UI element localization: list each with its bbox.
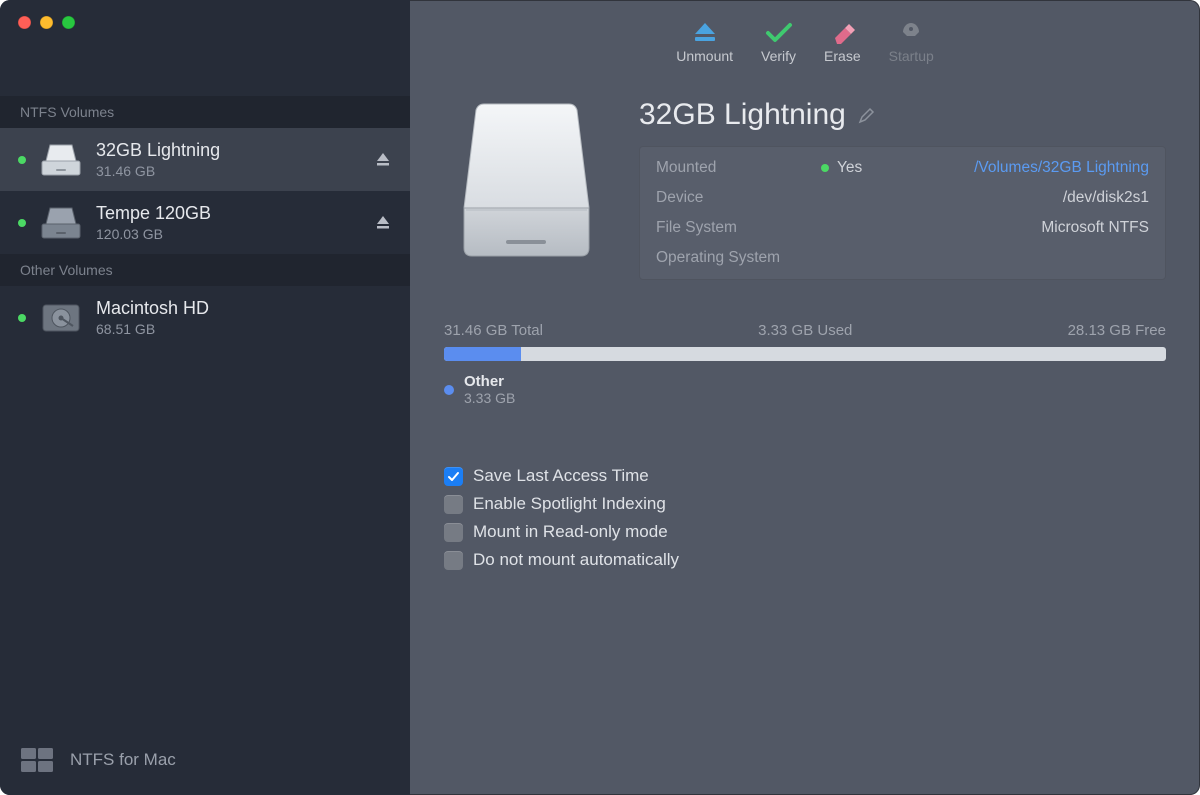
option-save-last-access-time[interactable]: Save Last Access Time	[444, 466, 1166, 486]
mounted-status: Yes	[821, 159, 862, 177]
checkbox-icon	[444, 495, 463, 514]
usage-total: 31.46 GB Total	[444, 322, 543, 339]
eject-icon[interactable]	[374, 151, 392, 169]
volume-title: 32GB Lightning	[639, 98, 846, 132]
external-drive-icon	[40, 141, 82, 179]
sidebar-footer: NTFS for Mac	[0, 725, 410, 795]
startup-icon	[896, 20, 926, 44]
minimize-window-button[interactable]	[40, 16, 53, 29]
sidebar-volume-text: Macintosh HD 68.51 GB	[96, 298, 392, 337]
sidebar-section-other: Other Volumes	[0, 254, 410, 286]
status-dot-icon	[18, 156, 26, 164]
app-logo-icon	[20, 747, 54, 773]
usage-bar-fill	[444, 347, 521, 361]
info-row-os: Operating System	[640, 243, 1165, 273]
zoom-window-button[interactable]	[62, 16, 75, 29]
volume-hero: 32GB Lightning Mounted Yes /Volumes/32GB…	[444, 98, 1166, 280]
app-name: NTFS for Mac	[70, 750, 176, 770]
mount-path-link[interactable]: /Volumes/32GB Lightning	[974, 159, 1149, 177]
sidebar-volume-text: Tempe 120GB 120.03 GB	[96, 203, 360, 242]
window-traffic-lights	[18, 16, 75, 29]
sidebar-volume-tempe[interactable]: Tempe 120GB 120.03 GB	[0, 191, 410, 254]
checkbox-icon	[444, 467, 463, 486]
sidebar-volume-text: 32GB Lightning 31.46 GB	[96, 140, 360, 179]
volume-size: 120.03 GB	[96, 226, 360, 242]
rename-icon[interactable]	[858, 106, 876, 124]
unmount-button[interactable]: Unmount	[676, 20, 733, 64]
startup-button: Startup	[889, 20, 934, 64]
volume-size: 31.46 GB	[96, 163, 360, 179]
info-row-mounted: Mounted Yes /Volumes/32GB Lightning	[640, 153, 1165, 183]
status-dot-icon	[18, 314, 26, 322]
option-no-automount[interactable]: Do not mount automatically	[444, 550, 1166, 570]
usage-used: 3.33 GB Used	[758, 322, 852, 339]
checkbox-icon	[444, 523, 463, 542]
volume-name: Macintosh HD	[96, 298, 392, 319]
toolbar: Unmount Verify Erase Star	[444, 0, 1166, 88]
unmount-icon	[690, 20, 720, 44]
verify-icon	[764, 20, 794, 44]
volume-name: Tempe 120GB	[96, 203, 360, 224]
erase-icon	[827, 20, 857, 44]
info-row-filesystem: File System Microsoft NTFS	[640, 213, 1165, 243]
status-dot-icon	[18, 219, 26, 227]
close-window-button[interactable]	[18, 16, 31, 29]
eject-icon[interactable]	[374, 214, 392, 232]
internal-drive-icon	[40, 299, 82, 337]
sidebar: NTFS Volumes 32GB Lightning 31.46 GB	[0, 0, 410, 795]
status-dot-icon	[821, 164, 829, 172]
legend-dot-icon	[444, 385, 454, 395]
volume-info-box: Mounted Yes /Volumes/32GB Lightning Devi…	[639, 146, 1166, 280]
external-drive-icon	[40, 204, 82, 242]
mount-options: Save Last Access Time Enable Spotlight I…	[444, 466, 1166, 570]
main-panel: Unmount Verify Erase Star	[410, 0, 1200, 795]
usage-bar	[444, 347, 1166, 361]
app-window: NTFS Volumes 32GB Lightning 31.46 GB	[0, 0, 1200, 795]
option-enable-spotlight[interactable]: Enable Spotlight Indexing	[444, 494, 1166, 514]
sidebar-volume-macintosh-hd[interactable]: Macintosh HD 68.51 GB	[0, 286, 410, 349]
usage-legend: Other 3.33 GB	[444, 373, 1166, 406]
usage-section: 31.46 GB Total 3.33 GB Used 28.13 GB Fre…	[444, 322, 1166, 406]
info-row-device: Device /dev/disk2s1	[640, 183, 1165, 213]
sidebar-section-ntfs: NTFS Volumes	[0, 96, 410, 128]
checkbox-icon	[444, 551, 463, 570]
option-read-only[interactable]: Mount in Read-only mode	[444, 522, 1166, 542]
usage-free: 28.13 GB Free	[1068, 322, 1166, 339]
verify-button[interactable]: Verify	[761, 20, 796, 64]
sidebar-volume-32gb-lightning[interactable]: 32GB Lightning 31.46 GB	[0, 128, 410, 191]
drive-hero-icon	[444, 98, 609, 268]
volume-name: 32GB Lightning	[96, 140, 360, 161]
volume-size: 68.51 GB	[96, 321, 392, 337]
erase-button[interactable]: Erase	[824, 20, 861, 64]
